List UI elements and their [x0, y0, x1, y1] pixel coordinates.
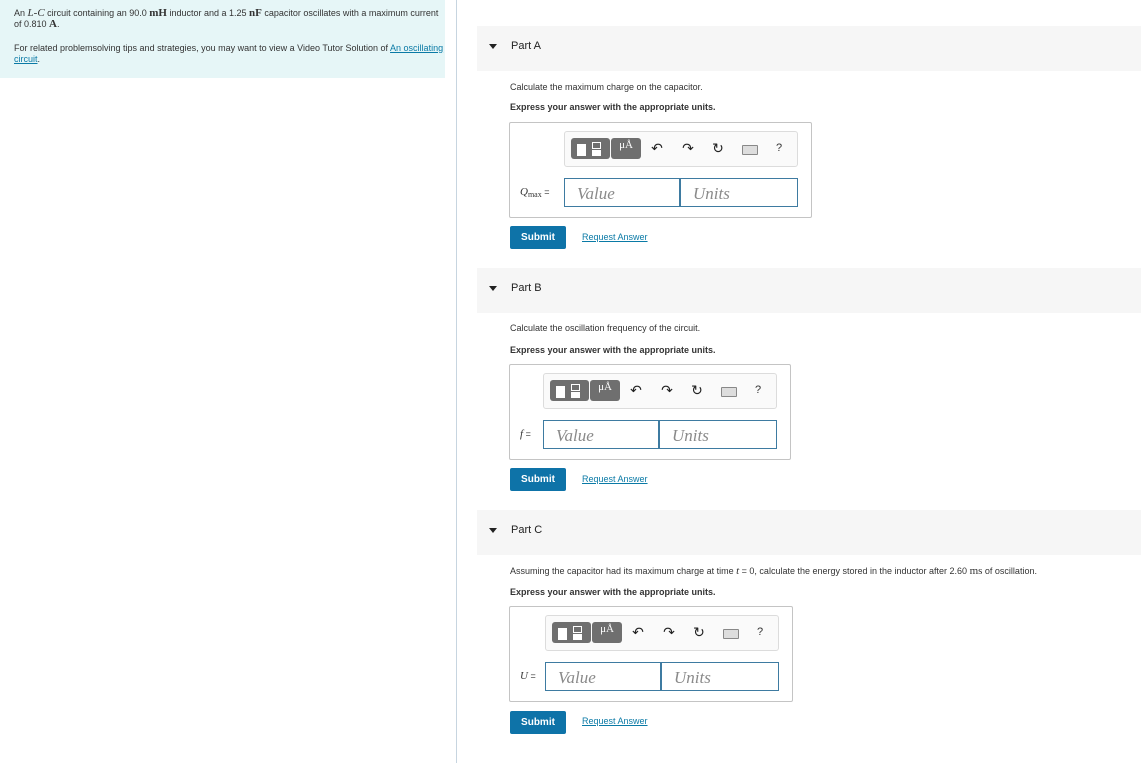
value-input[interactable]: Value [545, 662, 661, 691]
units-input[interactable]: Units [680, 178, 798, 207]
math-toolbar: μÅ ↶ ↷ ↻ ? [545, 615, 779, 651]
part-c-submit-button[interactable]: Submit [510, 711, 566, 734]
templates-button[interactable] [550, 380, 589, 401]
part-b-submit-button[interactable]: Submit [510, 468, 566, 491]
part-c-answer-box: μÅ ↶ ↷ ↻ ? U = Value Units [509, 606, 793, 702]
help-icon[interactable]: ? [748, 380, 768, 401]
keyboard-icon[interactable] [721, 387, 737, 397]
keyboard-icon[interactable] [723, 629, 739, 639]
value-input[interactable]: Value [543, 420, 659, 449]
part-c-instruction: Express your answer with the appropriate… [510, 587, 716, 597]
collapse-triangle-icon[interactable] [489, 44, 497, 49]
units-button[interactable]: μÅ [611, 138, 641, 159]
part-b-label: Part B [511, 282, 542, 294]
templates-button[interactable] [552, 622, 591, 643]
redo-icon[interactable]: ↷ [659, 622, 679, 643]
part-a-label: Part A [511, 40, 541, 52]
collapse-triangle-icon[interactable] [489, 528, 497, 533]
reset-icon[interactable]: ↻ [687, 380, 707, 401]
help-icon[interactable]: ? [769, 138, 789, 159]
part-c-header[interactable]: Part C [477, 510, 1141, 555]
redo-icon[interactable]: ↷ [678, 138, 698, 159]
units-input[interactable]: Units [661, 662, 779, 691]
problem-panel: An L-C circuit containing an 90.0 mH ind… [0, 0, 445, 78]
reset-icon[interactable]: ↻ [708, 138, 728, 159]
undo-icon[interactable]: ↶ [628, 622, 648, 643]
part-c-label: Part C [511, 524, 543, 536]
part-a-request-answer-link[interactable]: Request Answer [582, 232, 648, 242]
part-a-instruction: Express your answer with the appropriate… [510, 102, 716, 112]
part-b-request-answer-link[interactable]: Request Answer [582, 474, 648, 484]
part-a-answer-box: μÅ ↶ ↷ ↻ ? Qmax = Value Units [509, 122, 812, 218]
part-b-answer-box: μÅ ↶ ↷ ↻ ? f = Value Units [509, 364, 791, 460]
units-button[interactable]: μÅ [592, 622, 622, 643]
undo-icon[interactable]: ↶ [647, 138, 667, 159]
units-input[interactable]: Units [659, 420, 777, 449]
units-button[interactable]: μÅ [590, 380, 620, 401]
part-c-question: Assuming the capacitor had its maximum c… [510, 565, 1037, 577]
part-a-question: Calculate the maximum charge on the capa… [510, 82, 703, 92]
part-a-submit-button[interactable]: Submit [510, 226, 566, 249]
video-tutor-tip: For related problemsolving tips and stra… [14, 43, 444, 64]
math-toolbar: μÅ ↶ ↷ ↻ ? [543, 373, 777, 409]
help-icon[interactable]: ? [750, 622, 770, 643]
keyboard-icon[interactable] [742, 145, 758, 155]
f-label: f = [520, 428, 531, 440]
part-c-request-answer-link[interactable]: Request Answer [582, 716, 648, 726]
part-b-instruction: Express your answer with the appropriate… [510, 345, 716, 355]
redo-icon[interactable]: ↷ [657, 380, 677, 401]
q-max-label: Qmax = [520, 186, 550, 199]
part-b-header[interactable]: Part B [477, 268, 1141, 313]
templates-button[interactable] [571, 138, 610, 159]
u-label: U = [520, 670, 536, 682]
part-b-question: Calculate the oscillation frequency of t… [510, 323, 701, 333]
value-input[interactable]: Value [564, 178, 680, 207]
collapse-triangle-icon[interactable] [489, 286, 497, 291]
part-a-header[interactable]: Part A [477, 26, 1141, 71]
problem-statement: An L-C circuit containing an 90.0 mH ind… [14, 7, 439, 30]
undo-icon[interactable]: ↶ [626, 380, 646, 401]
math-toolbar: μÅ ↶ ↷ ↻ ? [564, 131, 798, 167]
panel-divider [456, 0, 457, 763]
reset-icon[interactable]: ↻ [689, 622, 709, 643]
